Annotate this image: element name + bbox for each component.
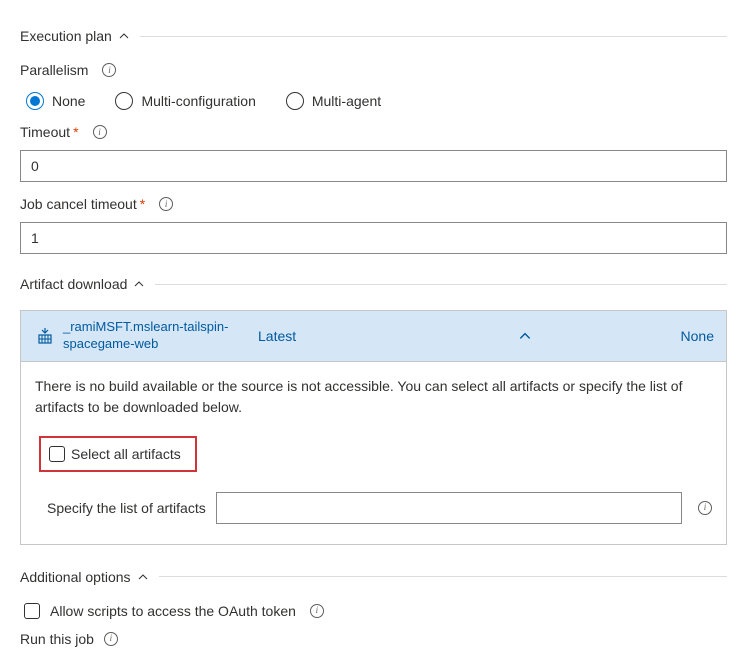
artifact-body: There is no build available or the sourc… (21, 362, 726, 544)
chevron-up-icon (118, 30, 130, 42)
required-asterisk: * (73, 124, 78, 140)
job-cancel-label: Job cancel timeout (20, 196, 137, 212)
timeout-input[interactable] (20, 150, 727, 182)
section-additional-options[interactable]: Additional options (20, 569, 727, 585)
specify-artifacts-row: Specify the list of artifacts i (47, 492, 712, 524)
section-artifact-download[interactable]: Artifact download (20, 276, 727, 292)
specify-artifacts-input[interactable] (216, 492, 682, 524)
section-title: Artifact download (20, 276, 127, 292)
radio-label: Multi-agent (312, 93, 381, 109)
info-icon[interactable]: i (93, 125, 107, 139)
radio-circle-icon (26, 92, 44, 110)
radio-label: Multi-configuration (141, 93, 255, 109)
info-icon[interactable]: i (159, 197, 173, 211)
artifact-message: There is no build available or the sourc… (35, 376, 712, 418)
section-title: Execution plan (20, 28, 112, 44)
chevron-up-icon (133, 278, 145, 290)
radio-circle-icon (286, 92, 304, 110)
artifact-panel: _ramiMSFT.mslearn-tailspin-spacegame-web… (20, 310, 727, 545)
specify-label: Specify the list of artifacts (47, 500, 206, 516)
allow-scripts-row[interactable]: Allow scripts to access the OAuth token … (24, 603, 727, 619)
chevron-up-icon (408, 329, 681, 343)
artifact-latest: Latest (258, 328, 408, 344)
job-cancel-label-row: Job cancel timeout * i (20, 196, 727, 212)
parallelism-label: Parallelism (20, 62, 88, 78)
info-icon[interactable]: i (104, 632, 118, 646)
info-icon[interactable]: i (310, 604, 324, 618)
artifact-header[interactable]: _ramiMSFT.mslearn-tailspin-spacegame-web… (21, 311, 726, 362)
job-cancel-input[interactable] (20, 222, 727, 254)
radio-none[interactable]: None (26, 92, 85, 110)
divider (159, 576, 727, 577)
radio-label: None (52, 93, 85, 109)
timeout-label-row: Timeout * i (20, 124, 727, 140)
section-title: Additional options (20, 569, 131, 585)
select-all-label: Select all artifacts (71, 446, 181, 462)
info-icon[interactable]: i (698, 501, 712, 515)
divider (155, 284, 727, 285)
allow-scripts-checkbox[interactable] (24, 603, 40, 619)
required-asterisk: * (140, 196, 145, 212)
parallelism-label-row: Parallelism i (20, 62, 727, 78)
section-execution-plan[interactable]: Execution plan (20, 28, 727, 44)
allow-scripts-label: Allow scripts to access the OAuth token (50, 603, 296, 619)
select-all-checkbox[interactable] (49, 446, 65, 462)
radio-multi-agent[interactable]: Multi-agent (286, 92, 381, 110)
parallelism-radio-group: None Multi-configuration Multi-agent (26, 92, 727, 110)
run-this-job-row: Run this job i (20, 631, 727, 647)
chevron-up-icon (137, 571, 149, 583)
artifact-build-icon (33, 327, 57, 345)
artifact-none: None (681, 328, 714, 344)
run-this-job-label: Run this job (20, 631, 94, 647)
radio-circle-icon (115, 92, 133, 110)
radio-multi-configuration[interactable]: Multi-configuration (115, 92, 255, 110)
timeout-label: Timeout (20, 124, 70, 140)
select-all-highlight: Select all artifacts (39, 436, 197, 472)
divider (140, 36, 727, 37)
info-icon[interactable]: i (102, 63, 116, 77)
artifact-name: _ramiMSFT.mslearn-tailspin-spacegame-web (63, 319, 258, 353)
